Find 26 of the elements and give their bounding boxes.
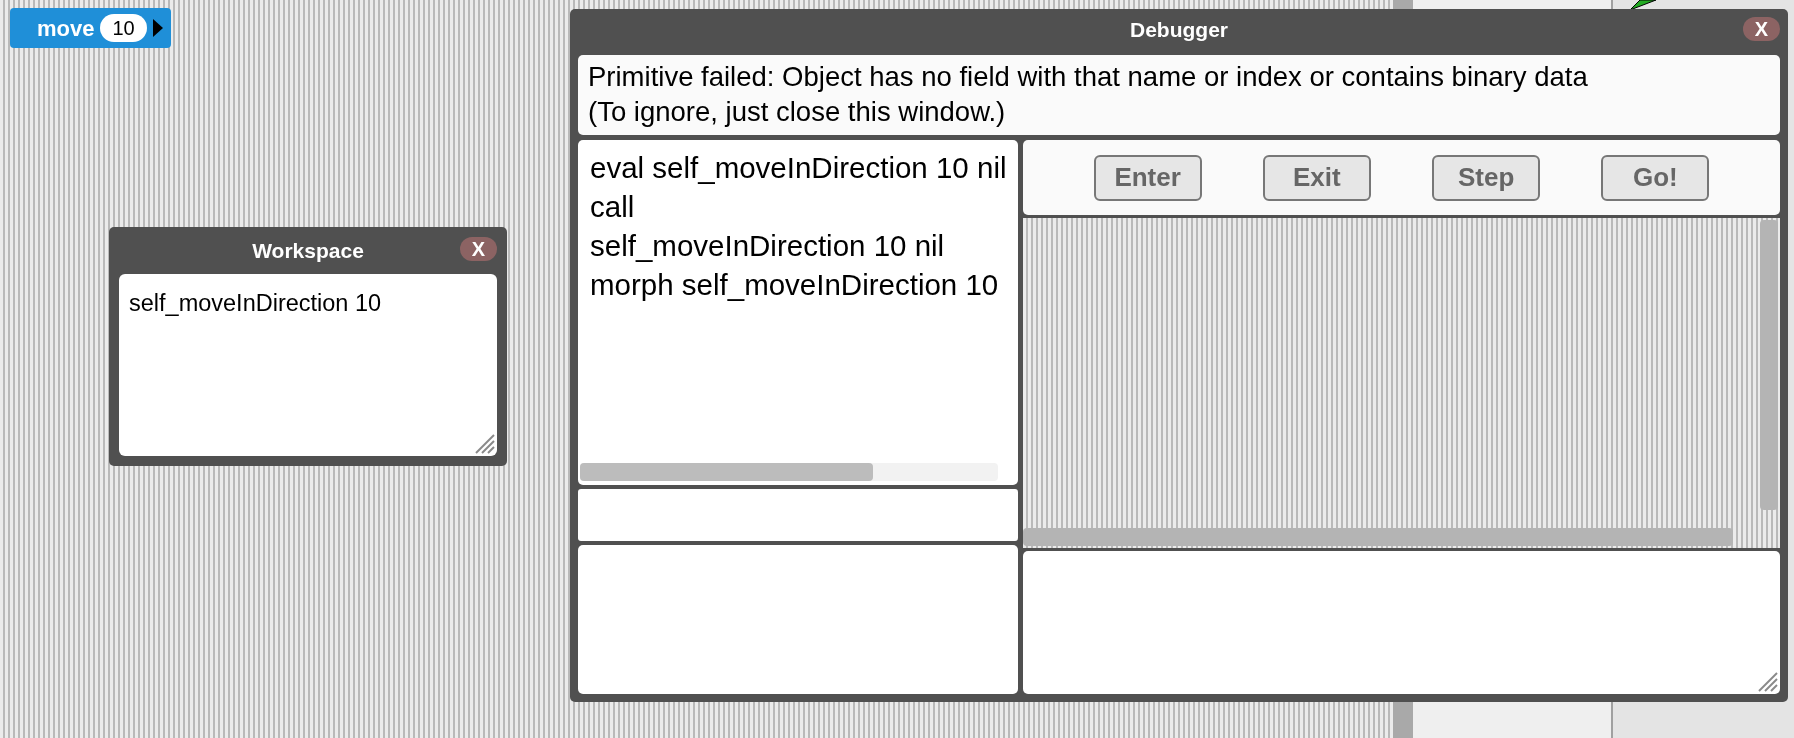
stack-item[interactable]: call <box>590 187 1006 226</box>
horizontal-scrollbar[interactable] <box>1023 528 1733 546</box>
triangle-icon[interactable] <box>152 19 163 37</box>
error-message: (To ignore, just close this window.) <box>588 95 1007 129</box>
window-title: Debugger <box>1130 16 1228 43</box>
scrollbar-thumb[interactable] <box>580 463 873 481</box>
text-area[interactable]: self_moveInDirection 10 <box>119 274 497 456</box>
debug-button[interactable]: Enter <box>1093 154 1202 201</box>
number-slot[interactable]: 10 <box>100 14 147 42</box>
debug-button[interactable]: Exit <box>1262 154 1371 201</box>
stack-item[interactable]: self_moveInDirection 10 nil <box>590 226 1006 265</box>
stack-item[interactable]: eval self_moveInDirection 10 nil <box>590 148 1006 187</box>
stack-item[interactable]: morph self_moveInDirection 10 <box>590 265 1006 304</box>
block-label: move <box>37 14 95 43</box>
debug-button[interactable]: Go! <box>1601 154 1710 201</box>
resize-grip-icon[interactable] <box>473 432 495 454</box>
debug-button[interactable]: Step <box>1432 154 1541 201</box>
resize-grip-icon[interactable] <box>1756 670 1778 692</box>
vertical-scrollbar[interactable] <box>1760 220 1778 510</box>
window-title: Workspace <box>252 237 364 264</box>
workspace-text: self_moveInDirection 10 <box>129 290 382 316</box>
input-field[interactable] <box>578 489 1018 541</box>
close-button[interactable]: X <box>459 237 497 261</box>
error-message: Primitive failed: Object has no field with that name or index or contains binary data <box>588 60 1589 94</box>
move-block[interactable]: move 10 <box>10 8 171 48</box>
close-button[interactable]: X <box>1742 17 1780 41</box>
